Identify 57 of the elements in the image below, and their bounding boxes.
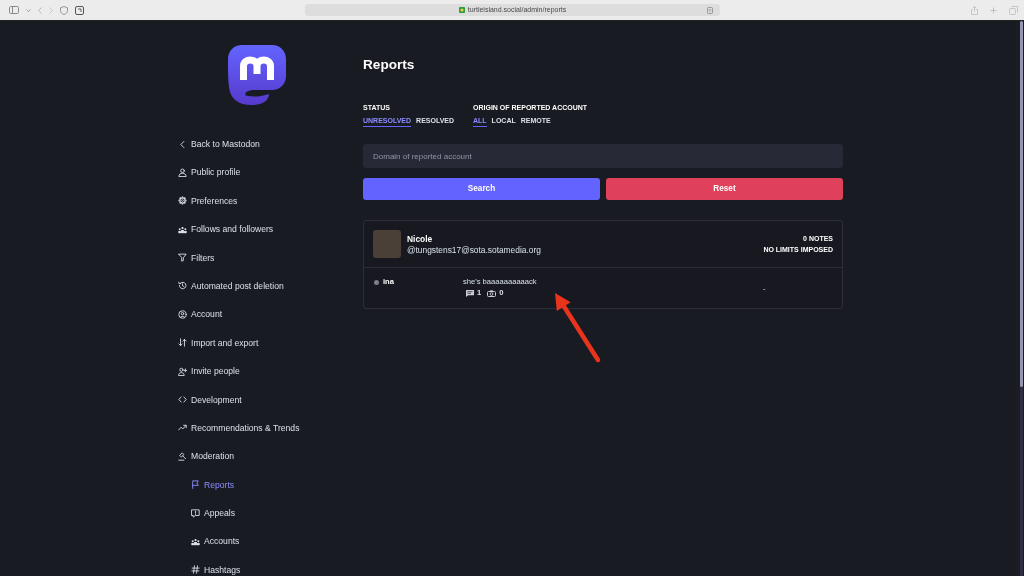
account-name[interactable]: Nicole (407, 233, 433, 244)
search-button[interactable]: Search (363, 178, 600, 200)
history-icon (178, 281, 187, 291)
sidebar-link[interactable]: Accounts (191, 535, 240, 548)
tabs-overview-icon[interactable] (1009, 5, 1018, 15)
user-circle-icon (178, 309, 187, 319)
people-icon (191, 536, 200, 546)
annotation-arrow (555, 293, 601, 363)
sidebar-link[interactable]: Import and export (178, 336, 259, 349)
scrollbar-thumb[interactable] (1019, 21, 1023, 387)
camera-icon (487, 289, 497, 297)
share-icon[interactable] (971, 5, 978, 15)
chevron-down-icon[interactable] (26, 8, 31, 12)
reporter-avatar-icon (374, 279, 379, 285)
sidebar-icon[interactable] (9, 6, 19, 14)
gavel-icon (178, 451, 187, 461)
sidebar-link[interactable]: Appeals (191, 507, 236, 520)
favicon-icon (458, 7, 465, 13)
import-export-icon (178, 338, 187, 348)
person-plus-icon (178, 366, 187, 376)
reset-button[interactable]: Reset (606, 178, 843, 200)
sidebar-link[interactable]: Account (178, 308, 223, 321)
shield-icon[interactable] (60, 5, 68, 15)
settings-icon (178, 196, 187, 206)
sidebar-link[interactable]: Development (178, 393, 242, 406)
sidebar-link[interactable]: Automated post deletion (178, 279, 284, 292)
sidebar-link[interactable]: Public profile (178, 166, 241, 179)
avatar-placeholder (373, 230, 401, 258)
sidebar-link[interactable]: Back to Mastodon (178, 138, 260, 150)
filter-icon (178, 253, 187, 263)
chevron-left-icon (178, 139, 187, 149)
tab-icon[interactable] (75, 5, 84, 15)
new-tab-icon[interactable] (990, 6, 997, 14)
logo-icon[interactable] (228, 45, 286, 105)
sidebar-link[interactable]: Invite people (178, 365, 240, 378)
forward-icon[interactable] (49, 6, 53, 14)
speech-box-icon (191, 508, 200, 518)
sidebar-link[interactable]: Moderation (178, 450, 234, 463)
sidebar-link[interactable]: Hashtags (191, 563, 241, 576)
code-icon (178, 395, 187, 404)
domain-search-field[interactable]: Domain of reported account (363, 144, 843, 168)
sidebar-link[interactable]: Reports (191, 478, 235, 491)
back-icon[interactable] (38, 6, 42, 14)
scrollbar-track[interactable] (1016, 21, 1024, 576)
hash-icon (191, 565, 200, 575)
trending-up-icon (178, 423, 187, 433)
flag-icon (191, 480, 200, 490)
sidebar-link[interactable]: Preferences (178, 194, 238, 207)
sidebar-link[interactable]: Recommendations & Trends (178, 421, 300, 434)
sidebar-link[interactable]: Follows and followers (178, 223, 274, 236)
comment-icon (466, 289, 474, 297)
person-icon (178, 167, 187, 177)
sidebar-link[interactable]: Filters (178, 251, 215, 264)
reader-icon[interactable] (707, 6, 713, 14)
account-handle: @tungstens17@sota.sotamedia.org (407, 244, 541, 255)
people-icon (178, 224, 187, 234)
page-title: Reports (363, 57, 415, 73)
